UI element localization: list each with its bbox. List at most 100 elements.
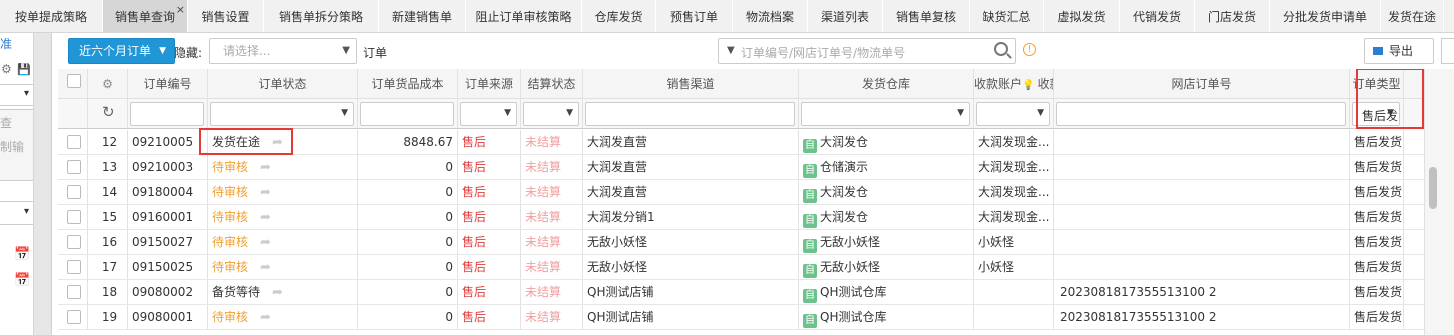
tab-4[interactable]: 新建销售单 xyxy=(379,0,466,32)
column-filter[interactable]: ▼ xyxy=(210,102,354,126)
refresh-icon[interactable]: ↻ xyxy=(102,103,115,121)
order-number[interactable]: 09210005 xyxy=(128,130,208,154)
column-header[interactable]: 订单编号 xyxy=(128,69,208,98)
column-filter[interactable]: ▼ xyxy=(801,102,970,126)
table-row[interactable]: 13 09210003 待审核 ➦ 0 售后 未结算 大润发直营自仓储演示 大润发现金... 售后… xyxy=(58,155,1424,180)
tab-10[interactable]: 销售单复核 xyxy=(883,0,970,32)
tab-8[interactable]: 物流档案 xyxy=(733,0,808,32)
table-row[interactable]: 18 09080002 备货等待 ➦ 0 售后 未结算 QH测试店铺自 QH测试仓库 202308… xyxy=(58,280,1424,305)
order-number[interactable]: 09160001 xyxy=(128,205,208,229)
row-checkbox[interactable] xyxy=(67,210,81,224)
hide-select[interactable]: 请选择... ▼ xyxy=(209,38,357,64)
forward-icon[interactable]: ➦ xyxy=(260,256,271,279)
scrollbar-thumb[interactable] xyxy=(1429,167,1437,209)
tab-0[interactable]: 按单提成策略 xyxy=(0,0,103,32)
settle-status: 未结算 xyxy=(521,180,583,204)
forward-icon[interactable]: ➦ xyxy=(260,156,271,179)
tab-2[interactable]: 销售设置 xyxy=(188,0,264,32)
table-row[interactable]: 15 09160001 待审核 ➦ 0 售后 未结算 大润发分销1 自大润发仓 大润发现金... 售… xyxy=(58,205,1424,230)
table-row[interactable]: 14 09180004 待审核 ➦ 0 售后 未结算 大润发直营自大润发仓 大润发现金... 售后… xyxy=(58,180,1424,205)
sales-channel: 大润发分销1 xyxy=(583,205,799,229)
sales-channel: 大润发直营 xyxy=(583,155,799,179)
order-number[interactable]: 09210003 xyxy=(128,155,208,179)
tab-15[interactable]: 分批发货申请单 xyxy=(1270,0,1381,32)
close-icon[interactable]: × xyxy=(176,0,185,27)
calendar-icon[interactable]: 📅 xyxy=(14,273,30,288)
select-all-checkbox[interactable] xyxy=(58,69,88,98)
order-cost: 0 xyxy=(358,205,458,229)
forward-icon[interactable]: ➦ xyxy=(260,181,271,204)
left-textarea[interactable]: 查 制输 xyxy=(0,109,33,181)
column-header[interactable]: 订单货品成本 xyxy=(358,69,458,98)
tab-12[interactable]: 虚拟发货 xyxy=(1044,0,1120,32)
table-row[interactable]: 17 09150025 待审核 ➦ 0 售后 未结算 无敌小妖怪自无敌小妖怪 小妖怪 售后发货 xyxy=(58,255,1424,280)
settle-status: 未结算 xyxy=(521,255,583,279)
column-header[interactable]: 订单类型 xyxy=(1350,69,1404,98)
column-settings-icon[interactable]: ⚙ xyxy=(88,69,128,98)
column-filter[interactable]: ▼ xyxy=(460,102,517,126)
tab-11[interactable]: 缺货汇总 xyxy=(970,0,1044,32)
row-checkbox[interactable] xyxy=(67,310,81,324)
row-checkbox[interactable] xyxy=(67,285,81,299)
period-dropdown-button[interactable]: 近六个月订单 ▼ xyxy=(68,38,175,64)
tab-6[interactable]: 仓库发货 xyxy=(582,0,656,32)
forward-icon[interactable]: ➦ xyxy=(272,281,283,304)
order-number[interactable]: 09080002 xyxy=(128,280,208,304)
search-input[interactable]: ▼ 订单编号/网店订单号/物流单号 xyxy=(718,38,1016,64)
row-checkbox[interactable] xyxy=(67,260,81,274)
tab-7[interactable]: 预售订单 xyxy=(656,0,733,32)
order-number[interactable]: 09180004 xyxy=(128,180,208,204)
order-status: 发货在途 ➦ xyxy=(208,130,358,154)
forward-icon[interactable]: ➦ xyxy=(260,306,271,329)
row-number: 19 xyxy=(88,305,128,329)
forward-icon[interactable]: ➦ xyxy=(260,206,271,229)
table-row[interactable]: 16 09150027 待审核 ➦ 0 售后 未结算 无敌小妖怪自无敌小妖怪 小妖怪 售后发货 xyxy=(58,230,1424,255)
order-number[interactable]: 09080001 xyxy=(128,305,208,329)
column-header[interactable]: 网店订单号 xyxy=(1054,69,1350,98)
calendar-icon[interactable]: 📅 xyxy=(14,247,30,262)
column-header[interactable]: 收款账户💡 收款账户 xyxy=(974,69,1054,98)
column-header[interactable]: 发货仓库 xyxy=(799,69,974,98)
column-filter[interactable]: ▼ 售后发 xyxy=(1352,102,1400,126)
left-link[interactable]: 准 xyxy=(0,35,12,52)
table-row[interactable]: 19 09080001 待审核 ➦ 0 售后 未结算 QH测试店铺自 QH测试仓库 2023081… xyxy=(58,305,1424,330)
order-number[interactable]: 09150027 xyxy=(128,230,208,254)
panel-splitter[interactable] xyxy=(34,33,52,335)
export-button[interactable]: 导出 xyxy=(1364,38,1434,64)
column-filter[interactable]: ▼ xyxy=(523,102,579,126)
tab-5[interactable]: 阻止订单审核策略 xyxy=(466,0,582,32)
row-checkbox[interactable] xyxy=(67,235,81,249)
tab-3[interactable]: 销售单拆分策略 xyxy=(264,0,379,32)
row-checkbox[interactable] xyxy=(67,160,81,174)
column-filter[interactable] xyxy=(585,102,795,126)
table-row[interactable]: 12 09210005 发货在途 ➦ 8848.67 售后 未结算 大润发直营自大润发仓 大润发… xyxy=(58,130,1424,155)
tab-9[interactable]: 渠道列表 xyxy=(808,0,883,32)
tab-16[interactable]: 发货在途 xyxy=(1381,0,1444,32)
column-header[interactable]: 订单来源 xyxy=(458,69,521,98)
search-icon[interactable] xyxy=(994,42,1008,56)
gear-icon[interactable]: ⚙ xyxy=(1,62,12,76)
save-icon[interactable]: 💾 xyxy=(17,63,31,76)
column-filter[interactable]: ▼ xyxy=(976,102,1050,126)
left-select-2[interactable]: ▾ xyxy=(0,201,33,225)
column-header[interactable]: 订单状态 xyxy=(208,69,358,98)
row-checkbox[interactable] xyxy=(67,185,81,199)
tab-14[interactable]: 门店发货 xyxy=(1195,0,1270,32)
info-icon[interactable]: ! xyxy=(1023,43,1036,56)
column-header[interactable]: 销售渠道 xyxy=(583,69,799,98)
caret-down-icon[interactable]: ▼ xyxy=(727,45,735,56)
column-header[interactable]: 结算状态 xyxy=(521,69,583,98)
left-select-1[interactable]: ▾ xyxy=(0,84,33,106)
order-type: 售后发货 xyxy=(1350,230,1404,254)
forward-icon[interactable]: ➦ xyxy=(272,131,283,154)
column-filter[interactable] xyxy=(1056,102,1346,126)
tab-13[interactable]: 代销发货 xyxy=(1120,0,1195,32)
order-number[interactable]: 09150025 xyxy=(128,255,208,279)
vertical-scrollbar[interactable] xyxy=(1424,69,1454,335)
more-button[interactable] xyxy=(1441,38,1454,64)
column-filter[interactable] xyxy=(360,102,454,126)
column-filter[interactable] xyxy=(130,102,204,126)
tab-1[interactable]: 销售单查询 × xyxy=(103,0,188,32)
row-checkbox[interactable] xyxy=(67,135,81,149)
forward-icon[interactable]: ➦ xyxy=(260,231,271,254)
